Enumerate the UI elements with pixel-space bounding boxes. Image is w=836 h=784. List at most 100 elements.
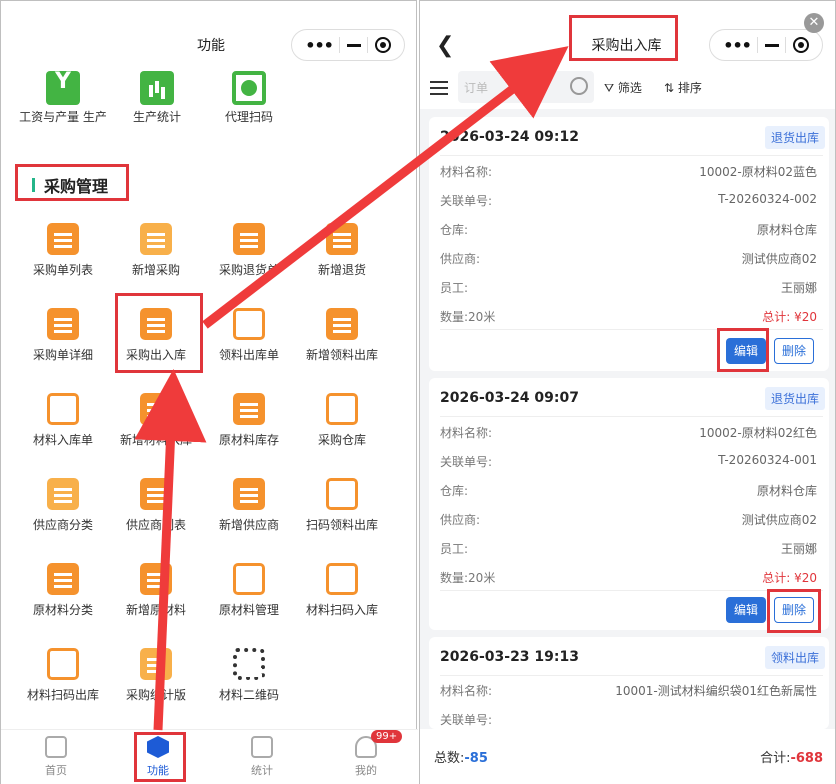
field-row: 供应商: 测试供应商02 (440, 252, 817, 266)
sort-button[interactable]: ⇅ 排序 (664, 79, 702, 96)
grid-item-label: 原材料库存 (218, 433, 279, 447)
return-box-icon (326, 223, 358, 255)
field-row: 材料名称: 10002-原材料02蓝色 (440, 165, 817, 179)
grid-item[interactable]: 材料入库单 (13, 393, 113, 448)
grid-item[interactable]: 采购仓库 (292, 393, 392, 448)
grid-item-label: 材料入库单 (32, 433, 93, 447)
scan-out-icon (47, 648, 79, 680)
field-row: 关联单号: T-20260324-001 (440, 453, 817, 469)
delete-button[interactable]: 删除 (774, 338, 814, 364)
field-row: 员工: 王丽娜 (440, 281, 817, 295)
grid-item[interactable]: 采购退货单 (199, 223, 299, 278)
grid-item[interactable]: 供应商列表 (106, 478, 206, 533)
material-add-icon (140, 563, 172, 595)
grid-item-label: 代理扫码 (224, 110, 273, 124)
field-row: 员工: 王丽娜 (440, 542, 817, 556)
grid-item[interactable]: 材料扫码出库 (13, 648, 113, 703)
tab-home[interactable]: 首页 (21, 736, 91, 778)
field-row: 仓库: 原材料仓库 (440, 484, 817, 498)
grid-item-label: 采购仓库 (317, 433, 366, 447)
grid-item[interactable]: 新增供应商 (199, 478, 299, 533)
menu-icon[interactable] (430, 81, 448, 95)
grid-item-agent-scan[interactable]: 代理扫码 (199, 71, 299, 124)
field-row: 材料名称: 10002-原材料02红色 (440, 426, 817, 440)
grid-item-label: 原材料管理 (218, 603, 279, 617)
mini-program-capsule[interactable]: ••• (291, 29, 405, 61)
page-title: 采购出入库 (591, 38, 662, 54)
material-category-icon (47, 563, 79, 595)
supplier-plus-icon (233, 478, 265, 510)
grid-item[interactable]: 供应商分类 (13, 478, 113, 533)
left-phone-function-page: 功能 ••• 工资与产量 生产 生产统计 代理扫码 采购管理 采购单列表 新增采… (0, 0, 418, 784)
grid-item-label: 采购退货单 (218, 263, 279, 277)
tab-stats[interactable]: 统计 (227, 736, 297, 778)
list-icon (47, 308, 79, 340)
grid-item[interactable]: 新增采购 (106, 223, 206, 278)
minimize-icon[interactable] (346, 43, 361, 47)
stats-icon (140, 648, 172, 680)
grid-item[interactable]: 采购统计版 (106, 648, 206, 703)
grid-item-label: 采购统计版 (125, 688, 186, 702)
inventory-icon (233, 393, 265, 425)
grid-item[interactable]: 原材料管理 (199, 563, 299, 618)
home-icon (45, 736, 67, 758)
grid-item[interactable]: 原材料库存 (199, 393, 299, 448)
grid-item-label: 材料扫码出库 (26, 688, 99, 702)
record-card[interactable]: 2026-03-24 09:12 退货出库 材料名称: 10002-原材料02蓝色… (429, 117, 829, 371)
grid-item[interactable]: 扫码领料出库 (292, 478, 392, 533)
grid-item-label: 新增采购 (131, 263, 180, 277)
scan-in-icon (326, 563, 358, 595)
filter-button[interactable]: ⛛ 筛选 (604, 79, 642, 96)
type-tag: 退货出库 (764, 387, 825, 410)
scan-icon (232, 71, 266, 105)
grid-item-label: 新增原材料 (125, 603, 186, 617)
qr-code-icon (233, 648, 265, 680)
back-icon[interactable]: ❮ (436, 33, 454, 58)
search-placeholder: 订单 (464, 81, 489, 95)
grid-item-label: 生产统计 (132, 110, 181, 124)
minimize-icon[interactable] (764, 43, 779, 47)
tab-label: 首页 (45, 764, 67, 777)
more-icon[interactable]: ••• (723, 36, 752, 55)
grid-item-label: 领料出库单 (218, 348, 279, 362)
grid-item-salary[interactable]: 工资与产量 生产 (13, 71, 113, 124)
sort-label: 排序 (677, 81, 702, 95)
search-icon (570, 77, 588, 95)
highlight-function-tab (134, 732, 186, 782)
grid-item-label: 工资与产量 生产 (19, 110, 107, 124)
grid-item[interactable]: 原材料分类 (13, 563, 113, 618)
grid-item[interactable]: 材料扫码入库 (292, 563, 392, 618)
grid-item-label: 新增供应商 (218, 518, 279, 532)
scan-box-icon (326, 478, 358, 510)
grid-item[interactable]: 新增原材料 (106, 563, 206, 618)
category-icon (47, 478, 79, 510)
close-icon[interactable]: ✕ (804, 13, 824, 33)
field-row: 仓库: 原材料仓库 (440, 223, 817, 237)
grid-item[interactable]: 材料二维码 (199, 648, 299, 703)
search-input[interactable]: 订单 (458, 71, 594, 103)
grid-item-label: 供应商列表 (125, 518, 186, 532)
clipboard-icon (47, 223, 79, 255)
field-row: 数量:20米 总计: ¥20 (440, 310, 817, 324)
grid-item[interactable]: 领料出库单 (199, 308, 299, 363)
record-card[interactable]: 2026-03-23 19:13 领料出库 材料名称: 10001-测试材料编织袋… (429, 637, 829, 729)
mini-program-capsule[interactable]: ••• (709, 29, 823, 61)
cart-icon (140, 223, 172, 255)
grid-item[interactable]: 采购单详细 (13, 308, 113, 363)
tab-label: 我的 (355, 764, 377, 777)
grid-item-label: 扫码领料出库 (305, 518, 378, 532)
close-target-icon[interactable] (792, 37, 809, 53)
close-target-icon[interactable] (374, 37, 391, 53)
return-doc-icon (233, 223, 265, 255)
edit-button[interactable]: 编辑 (726, 597, 766, 623)
more-icon[interactable]: ••• (305, 36, 334, 55)
grid-item[interactable]: 新增材料入库 (106, 393, 206, 448)
header: ❮ 采购出入库 ••• ✕ 订单 ⛛ 筛选 ⇅ 排序 (420, 1, 835, 109)
grid-item[interactable]: 新增退货 (292, 223, 392, 278)
grid-item[interactable]: 采购单列表 (13, 223, 113, 278)
field-row: 关联单号: T-20260324-002 (440, 192, 817, 208)
grid-item[interactable]: 新增领料出库 (292, 308, 392, 363)
grid-item-production-stats[interactable]: 生产统计 (107, 71, 207, 124)
right-phone-purchase-inout: ❮ 采购出入库 ••• ✕ 订单 ⛛ 筛选 ⇅ 排序 2026-03-24 09… (419, 0, 836, 784)
tab-mine[interactable]: 我的 99+ (331, 730, 403, 778)
